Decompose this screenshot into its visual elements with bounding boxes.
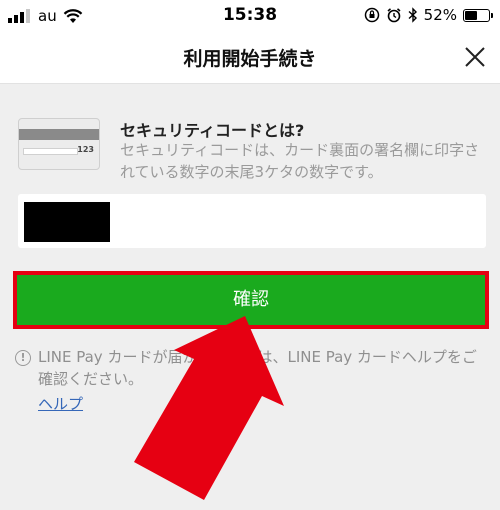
battery-fill xyxy=(465,10,477,20)
redacted-input-value xyxy=(24,202,110,242)
page-title: 利用開始手続き xyxy=(183,48,317,70)
nav-header: 利用開始手続き xyxy=(0,30,500,84)
card-code-label: 123 xyxy=(77,145,94,154)
security-code-description: セキュリティコードは、カード裏面の署名欄に印字されている数字の末尾3ケタの数字で… xyxy=(120,141,480,181)
status-right: 52% xyxy=(364,6,493,24)
bluetooth-icon xyxy=(408,7,417,23)
battery-icon xyxy=(463,8,493,22)
status-bar: au 15:38 52% xyxy=(0,0,500,30)
battery-percent: 52% xyxy=(423,6,457,24)
card-magnetic-stripe xyxy=(19,129,99,140)
help-link[interactable]: ヘルプ xyxy=(38,393,83,414)
help-text: LINE Pay カードが届かない場合は、LINE Pay カードヘルプをご確認… xyxy=(38,348,477,388)
rotation-lock-icon xyxy=(364,7,379,23)
confirm-button[interactable]: 確認 xyxy=(17,275,485,325)
close-icon[interactable] xyxy=(460,42,490,72)
info-icon: ! xyxy=(15,350,31,366)
card-signature-strip xyxy=(23,148,78,155)
alarm-icon xyxy=(387,8,401,23)
security-code-title: セキュリティコードとは? xyxy=(120,121,305,140)
card-back-icon: 123 xyxy=(18,118,100,170)
